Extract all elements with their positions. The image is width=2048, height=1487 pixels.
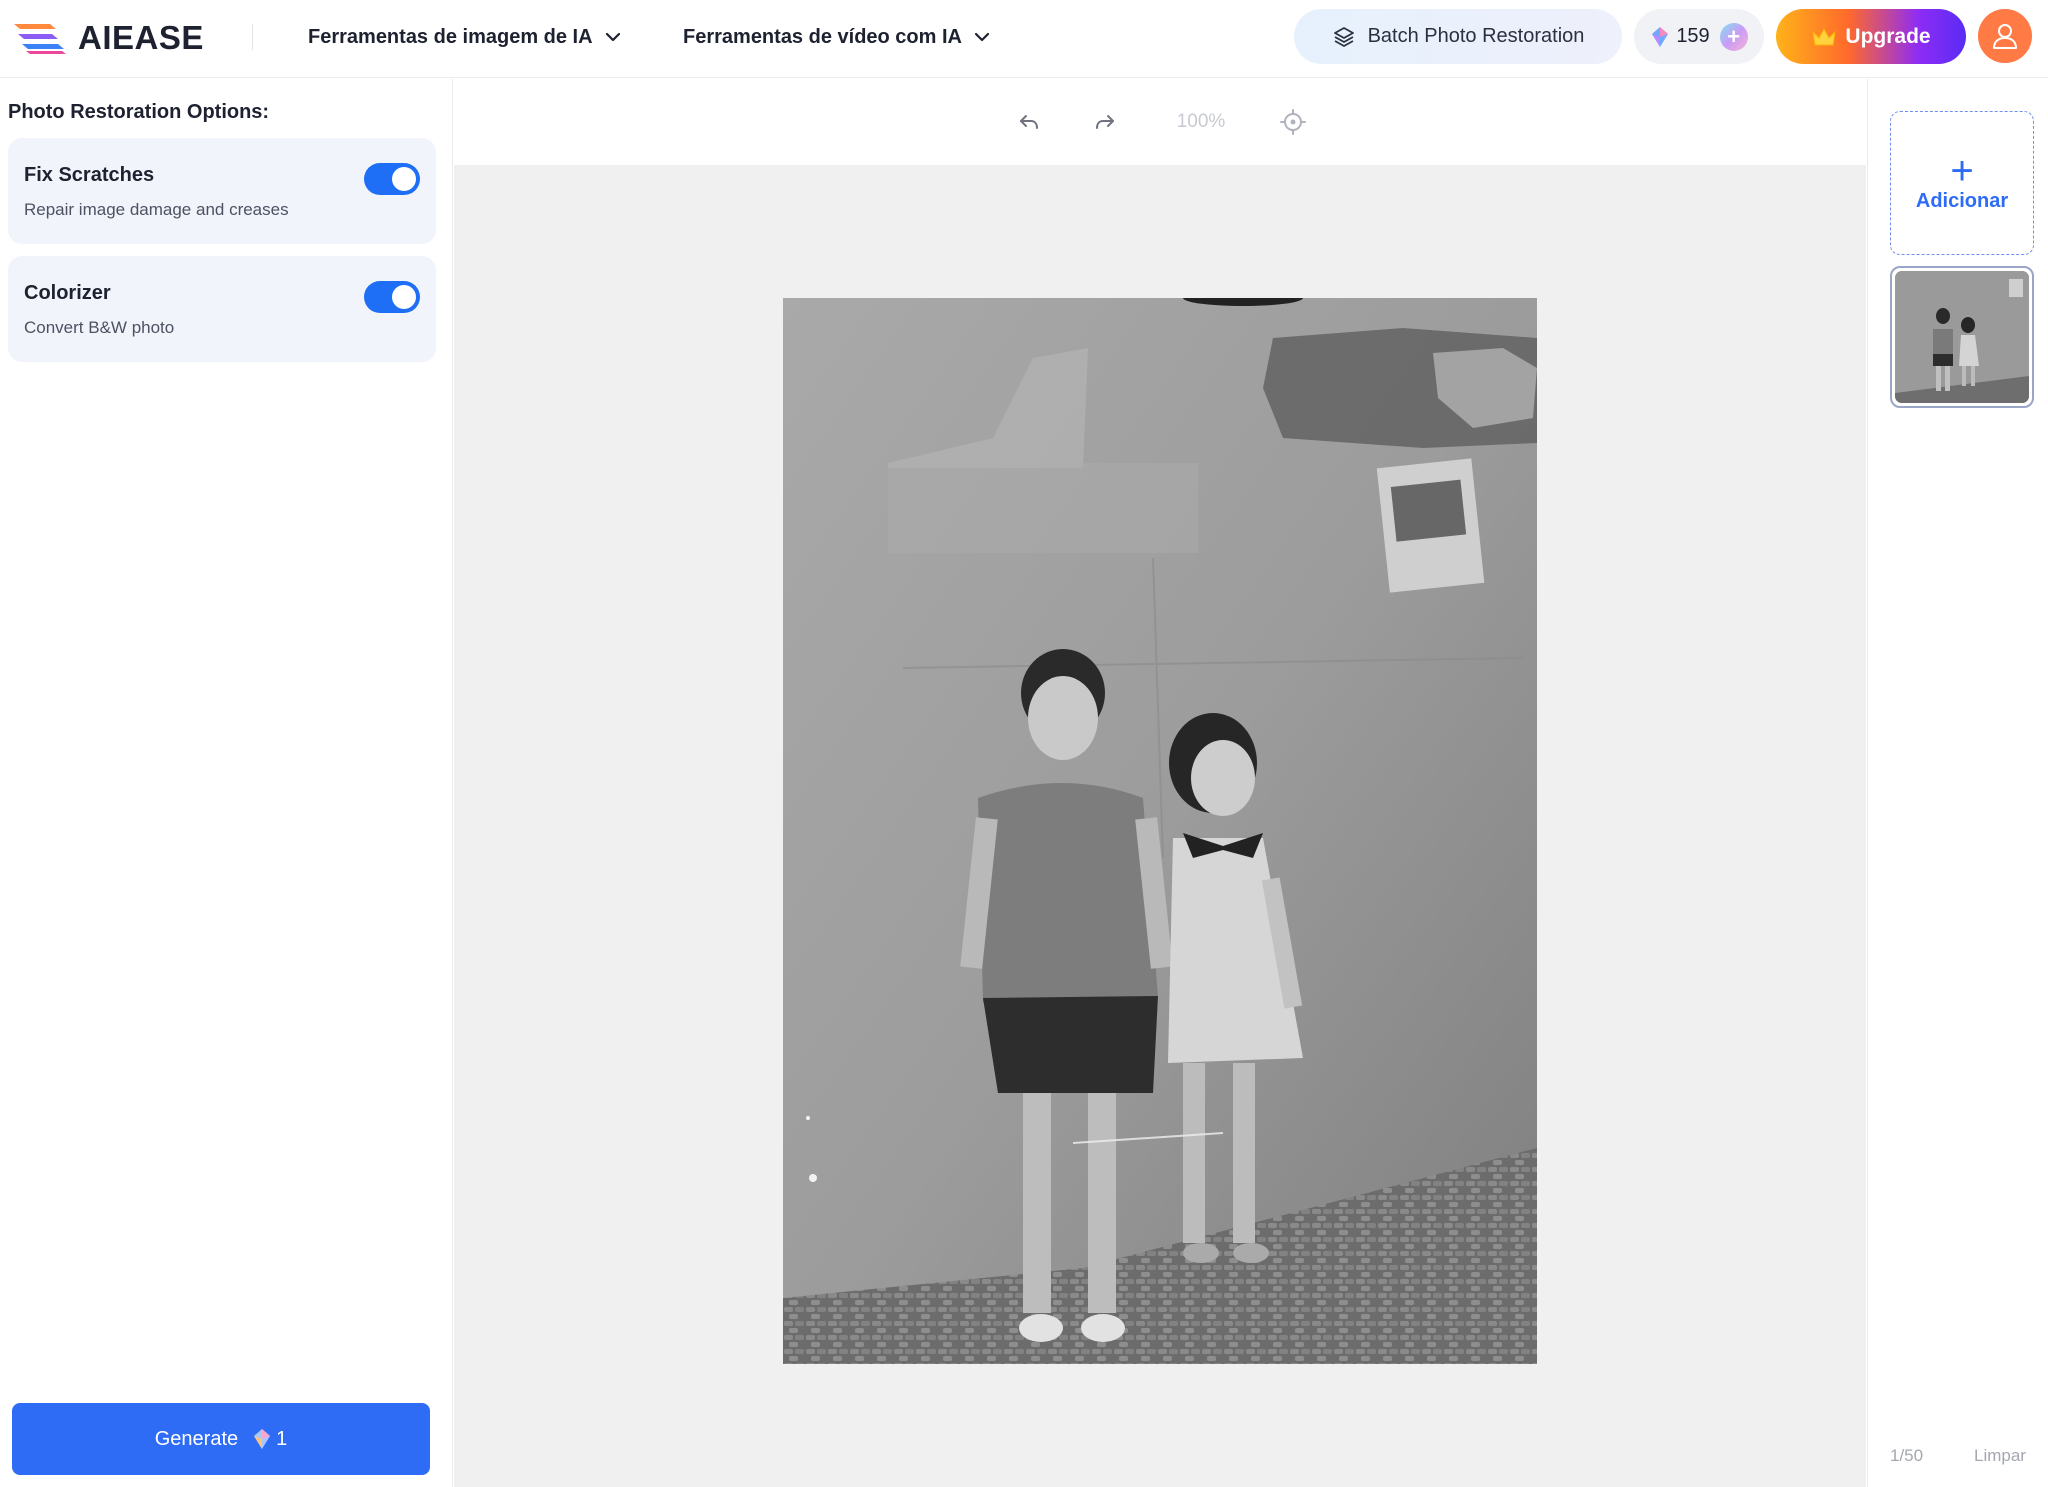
header-divider [252,24,253,50]
redo-button[interactable] [1090,107,1120,137]
layers-icon [1333,26,1354,47]
option-description: Convert B&W photo [24,318,175,337]
editor-canvas: 100% [454,79,1866,1487]
panel-title: Photo Restoration Options: [8,101,270,123]
gem-icon [1652,26,1669,47]
thumbnail-preview [1895,271,2029,403]
crown-icon [1812,27,1837,45]
nav-image-tools[interactable]: Ferramentas de imagem de IA [308,20,621,54]
brand-name: AIEASE [78,19,204,56]
generate-button[interactable]: Generate 1 [12,1403,430,1475]
uploaded-photo [783,298,1537,1364]
logo-mark-icon [14,24,66,54]
plus-icon: + [1950,148,1974,193]
batch-button-label: Batch Photo Restoration [1367,25,1585,47]
nav-image-tools-label: Ferramentas de imagem de IA [308,25,593,48]
add-image-button[interactable]: + Adicionar [1890,111,2034,255]
option-title: Colorizer [24,282,111,304]
canvas-toolbar: 100% [454,79,1866,165]
batch-photo-restoration-button[interactable]: Batch Photo Restoration [1294,9,1622,64]
image-queue-panel: + Adicionar 1/50 Limpar [1867,79,2048,1487]
toggle-knob [392,167,416,191]
option-colorizer: Colorizer Convert B&W photo [8,256,436,362]
add-label: Adicionar [1915,189,2009,212]
credits-count: 159 [1676,25,1710,47]
brand-logo[interactable]: AIEASE [12,14,204,62]
crosshair-icon [1280,109,1306,135]
option-description: Repair image damage and creases [24,200,289,219]
chevron-down-icon [974,32,990,42]
nav-video-tools[interactable]: Ferramentas de vídeo com IA [683,20,990,54]
fit-view-button[interactable] [1278,107,1308,137]
redo-icon [1096,115,1114,129]
thumbnail-photo [1895,271,2029,403]
upgrade-button[interactable]: Upgrade [1776,9,1966,64]
undo-button[interactable] [1014,107,1044,137]
clear-all-link[interactable]: Limpar [1974,1446,2026,1466]
undo-icon [1020,115,1038,129]
image-thumbnail[interactable] [1890,266,2034,408]
upgrade-label: Upgrade [1845,24,1931,48]
colorizer-toggle[interactable] [364,281,420,313]
restoration-options-panel: Photo Restoration Options: Fix Scratches… [0,79,453,1487]
generate-label: Generate [154,1427,239,1450]
generate-cost: 1 [276,1427,288,1450]
page-count: 1/50 [1890,1446,1924,1465]
top-header: AIEASE Ferramentas de imagem de IA Ferra… [0,0,2048,78]
add-credits-button[interactable]: + [1719,22,1748,51]
old-photo-image [783,298,1537,1364]
zoom-level[interactable]: 100% [1166,107,1236,137]
fix-scratches-toggle[interactable] [364,163,420,195]
option-title: Fix Scratches [24,164,155,186]
credits-balance: 159 + [1634,9,1764,64]
toggle-knob [392,285,416,309]
user-icon [1993,24,2017,49]
option-fix-scratches: Fix Scratches Repair image damage and cr… [8,138,436,244]
chevron-down-icon [605,32,620,42]
user-avatar[interactable] [1978,9,2032,63]
nav-video-tools-label: Ferramentas de vídeo com IA [683,25,962,48]
gem-icon [254,1429,271,1449]
